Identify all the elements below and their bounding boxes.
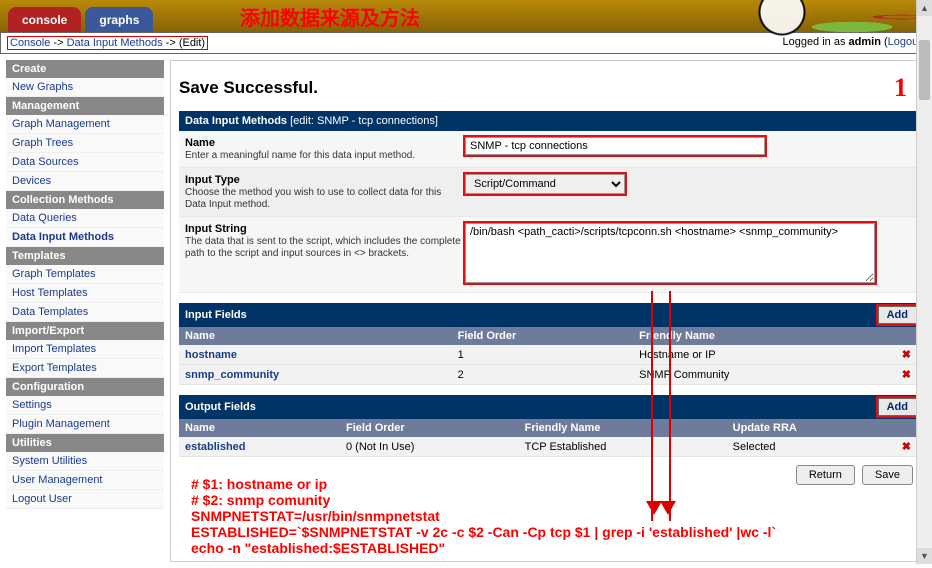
annotation-number-1: 1 bbox=[894, 73, 907, 103]
return-button[interactable]: Return bbox=[796, 465, 855, 485]
annotation-chinese: 添加数据来源及方法 bbox=[240, 2, 420, 31]
textarea-input-string[interactable]: /bin/bash <path_cacti>/scripts/tcpconn.s… bbox=[465, 223, 875, 283]
add-output-field-button[interactable]: Add bbox=[878, 398, 917, 416]
save-button[interactable]: Save bbox=[862, 465, 913, 485]
help-name: Enter a meaningful name for this data in… bbox=[185, 150, 415, 161]
annotation-line-3: SNMPNETSTAT=/usr/bin/snmpnetstat bbox=[191, 508, 776, 524]
sidebar-item-host-templates[interactable]: Host Templates bbox=[6, 284, 164, 303]
table-row: snmp_community2SNMP Community✖ bbox=[179, 365, 917, 385]
sidebar-item-logout-user[interactable]: Logout User bbox=[6, 490, 164, 509]
sidebar-item-settings[interactable]: Settings bbox=[6, 396, 164, 415]
sidebar-item-data-templates[interactable]: Data Templates bbox=[6, 303, 164, 322]
sidebar-item-data-input-methods[interactable]: Data Input Methods bbox=[6, 228, 164, 247]
sidebar-item-user-management[interactable]: User Management bbox=[6, 471, 164, 490]
breadcrumb: Console -> Data Input Methods -> (Edit) bbox=[7, 36, 208, 50]
field-link[interactable]: hostname bbox=[185, 349, 237, 361]
sidebar: CreateNew GraphsManagementGraph Manageme… bbox=[6, 60, 164, 562]
sidebar-item-graph-management[interactable]: Graph Management bbox=[6, 115, 164, 134]
add-input-field-button[interactable]: Add bbox=[878, 306, 917, 324]
scroll-up-icon[interactable]: ▲ bbox=[917, 0, 932, 16]
column-header: Friendly Name bbox=[633, 327, 896, 345]
annotation-line-5: echo -n "established:$ESTABLISHED" bbox=[191, 540, 776, 556]
column-header: Name bbox=[179, 419, 340, 437]
header-banner-art bbox=[582, 0, 932, 40]
column-header: Update RRA bbox=[727, 419, 896, 437]
sidebar-section: Templates bbox=[6, 247, 164, 265]
sidebar-item-graph-templates[interactable]: Graph Templates bbox=[6, 265, 164, 284]
field-link[interactable]: snmp_community bbox=[185, 369, 279, 381]
delete-icon[interactable]: ✖ bbox=[896, 365, 917, 385]
sidebar-item-plugin-management[interactable]: Plugin Management bbox=[6, 415, 164, 434]
sidebar-item-system-utilities[interactable]: System Utilities bbox=[6, 452, 164, 471]
label-input-string: Input String bbox=[185, 223, 465, 235]
scroll-down-icon[interactable]: ▼ bbox=[917, 548, 932, 564]
field-link[interactable]: established bbox=[185, 441, 246, 453]
breadcrumb-edit: (Edit) bbox=[179, 37, 205, 49]
sidebar-section: Utilities bbox=[6, 434, 164, 452]
annotation-line-2: # $2: snmp comunity bbox=[191, 492, 776, 508]
table-row: established0 (Not In Use)TCP Established… bbox=[179, 437, 917, 457]
delete-icon[interactable]: ✖ bbox=[896, 345, 917, 365]
sidebar-section: Collection Methods bbox=[6, 191, 164, 209]
sidebar-item-data-queries[interactable]: Data Queries bbox=[6, 209, 164, 228]
app-header: console graphs 添加数据来源及方法 bbox=[0, 0, 932, 32]
column-header: Name bbox=[179, 327, 452, 345]
sidebar-item-devices[interactable]: Devices bbox=[6, 172, 164, 191]
output-fields-table: NameField OrderFriendly NameUpdate RRAes… bbox=[179, 419, 917, 457]
input-fields-header: Input Fields Add bbox=[179, 303, 917, 327]
sidebar-item-graph-trees[interactable]: Graph Trees bbox=[6, 134, 164, 153]
sidebar-section: Import/Export bbox=[6, 322, 164, 340]
content-panel: Save Successful. 1 Data Input Methods [e… bbox=[170, 60, 926, 562]
input-fields-table: NameField OrderFriendly Namehostname1Hos… bbox=[179, 327, 917, 385]
sidebar-section: Configuration bbox=[6, 378, 164, 396]
section-header-dim: Data Input Methods [edit: SNMP - tcp con… bbox=[179, 111, 917, 131]
input-name[interactable] bbox=[465, 137, 765, 155]
sidebar-item-import-templates[interactable]: Import Templates bbox=[6, 340, 164, 359]
annotation-line-4: ESTABLISHED=`$SNMPNETSTAT -v 2c -c $2 -C… bbox=[191, 524, 776, 540]
breadcrumb-console[interactable]: Console bbox=[10, 37, 50, 49]
help-input-string: The data that is sent to the script, whi… bbox=[185, 236, 461, 259]
delete-icon[interactable]: ✖ bbox=[896, 437, 917, 457]
tab-graphs[interactable]: graphs bbox=[85, 7, 153, 32]
column-header: Field Order bbox=[452, 327, 634, 345]
column-header: Friendly Name bbox=[519, 419, 727, 437]
help-input-type: Choose the method you wish to use to col… bbox=[185, 187, 441, 210]
scroll-thumb[interactable] bbox=[919, 40, 930, 100]
output-fields-header: Output Fields Add bbox=[179, 395, 917, 419]
breadcrumb-dim[interactable]: Data Input Methods bbox=[67, 37, 163, 49]
tab-console[interactable]: console bbox=[8, 7, 81, 32]
table-row: hostname1Hostname or IP✖ bbox=[179, 345, 917, 365]
vertical-scrollbar[interactable]: ▲ ▼ bbox=[916, 0, 932, 564]
sidebar-section: Management bbox=[6, 97, 164, 115]
label-input-type: Input Type bbox=[185, 174, 465, 186]
sidebar-section: Create bbox=[6, 60, 164, 78]
save-successful-heading: Save Successful. bbox=[179, 78, 318, 98]
sidebar-item-export-templates[interactable]: Export Templates bbox=[6, 359, 164, 378]
label-name: Name bbox=[185, 137, 465, 149]
sidebar-item-new-graphs[interactable]: New Graphs bbox=[6, 78, 164, 97]
column-header: Field Order bbox=[340, 419, 519, 437]
sidebar-item-data-sources[interactable]: Data Sources bbox=[6, 153, 164, 172]
select-input-type[interactable]: Script/Command bbox=[465, 174, 625, 194]
